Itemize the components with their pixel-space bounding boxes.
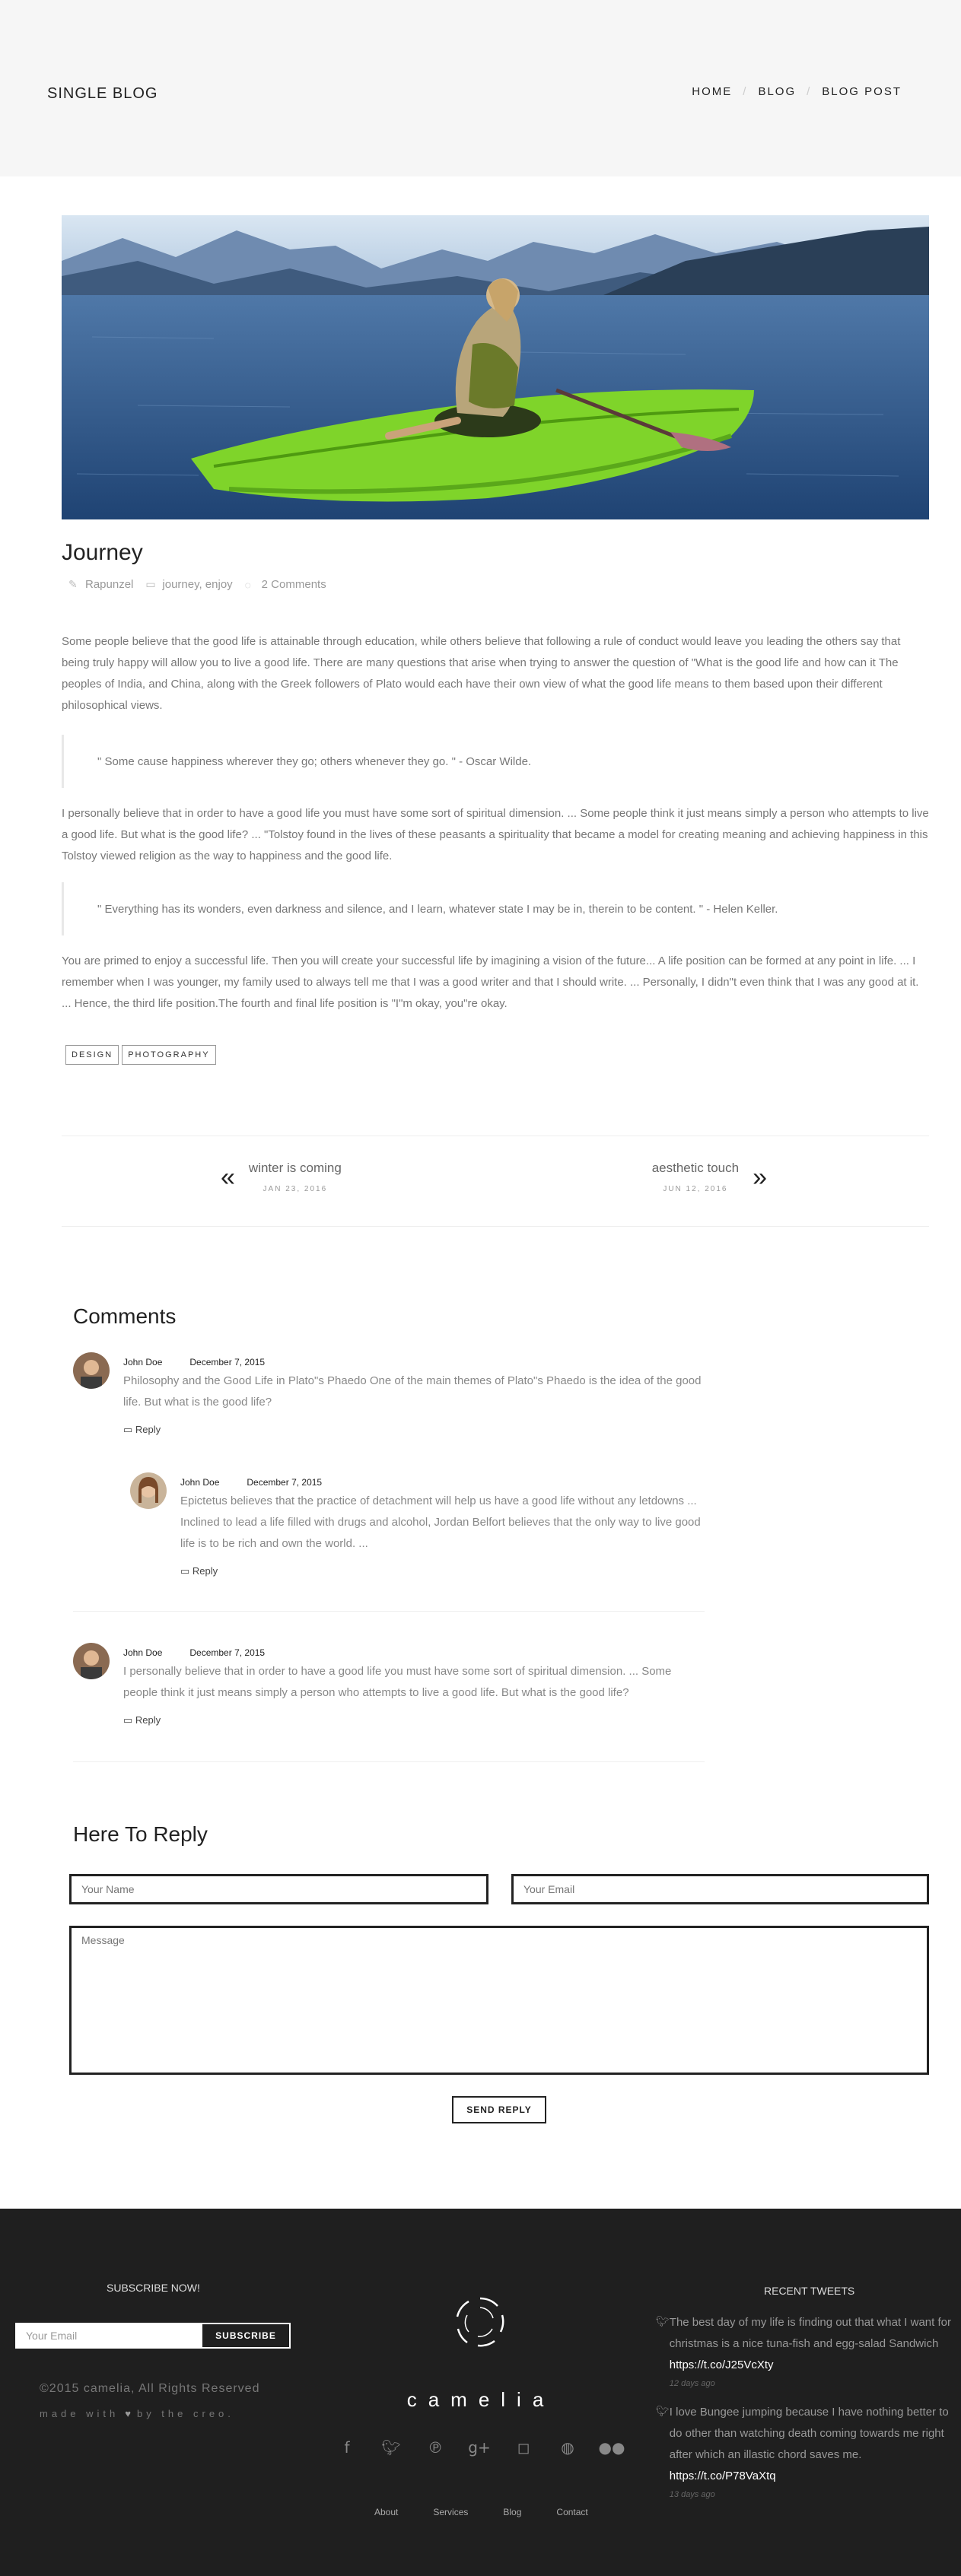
tweet: 🐦︎ I love Bungee jumping because I have … [656,2402,953,2499]
footer-nav: About Services Blog Contact [374,2507,588,2517]
divider [73,1611,705,1612]
next-post-title: aesthetic touch [651,1161,740,1175]
reply-icon: ▭ [123,1714,135,1726]
tweet-text: I love Bungee jumping because I have not… [669,2406,949,2461]
tweet: 🐦︎ The best day of my life is finding ou… [656,2312,953,2388]
post-tags: DESIGN PHOTOGRAPHY [65,1045,216,1065]
comment-date: December 7, 2015 [189,1357,266,1367]
tweet-text: The best day of my life is finding out t… [669,2316,951,2350]
footer-link-about[interactable]: About [374,2507,398,2517]
reply-form-title: Here To Reply [73,1822,208,1846]
reply-button[interactable]: ▭ Reply [123,1714,705,1726]
next-post-link[interactable]: aesthetic touch JUN 12, 2016 » [652,1161,767,1193]
page-title: SINGLE BLOG [47,85,158,102]
logo-icon [450,2292,510,2355]
comment-icon: ◌ [244,578,251,591]
comment: John Doe December 7, 2015 Philosophy and … [73,1352,705,1436]
previous-post-date: JAN 23, 2016 [263,1185,328,1193]
message-field[interactable] [69,1926,929,2075]
comment-reply: John Doe December 7, 2015 Epictetus belie… [130,1472,705,1577]
twitter-icon: 🐦︎ [656,2315,670,2327]
tweet-link[interactable]: https://t.co/J25VcXty [670,2358,774,2371]
footer-link-contact[interactable]: Contact [556,2507,587,2517]
tag-design[interactable]: DESIGN [65,1045,119,1065]
facebook-icon[interactable]: f [336,2437,358,2458]
subscribe-title: SUBSCRIBE NOW! [107,2282,200,2294]
breadcrumb-separator: / [807,85,812,98]
comment-author[interactable]: John Doe [123,1357,162,1367]
post-categories[interactable]: journey, enjoy [162,578,232,591]
comment-date: December 7, 2015 [247,1477,323,1488]
made-with: made with ♥ by the creo. [40,2408,234,2419]
breadcrumb: HOME / BLOG / BLOG POST [692,85,902,98]
comment-text: I personally believe that in order to ha… [123,1665,672,1699]
recent-tweets-title: RECENT TWEETS [764,2285,855,2297]
avatar [73,1643,110,1679]
name-field[interactable] [69,1874,488,1904]
pinterest-icon[interactable]: ℗ [425,2437,446,2458]
subscribe-email-input[interactable]: Your Email [15,2323,201,2349]
post-paragraph: I personally believe that in order to ha… [62,807,929,862]
blockquote: " Everything has its wonders, even darkn… [62,882,929,935]
breadcrumb-blog-post: BLOG POST [822,85,902,98]
avatar [130,1472,167,1509]
footer: SUBSCRIBE NOW! Your Email SUBSCRIBE ©201… [0,2209,961,2576]
footer-link-services[interactable]: Services [433,2507,468,2517]
post-author[interactable]: Rapunzel [85,578,133,591]
comment-text: Philosophy and the Good Life in Plato"s … [123,1374,702,1409]
post-paragraph: You are primed to enjoy a successful lif… [62,954,919,1010]
avatar [73,1352,110,1389]
breadcrumb-separator: / [743,85,748,98]
footer-link-blog[interactable]: Blog [503,2507,521,2517]
comment-date: December 7, 2015 [189,1647,266,1658]
quote-text: " Everything has its wonders, even darkn… [97,902,778,916]
comment: John Doe December 7, 2015 I personally be… [73,1643,705,1726]
chevron-left-icon: « [221,1162,235,1192]
comment-author[interactable]: John Doe [180,1477,219,1488]
brand-name: camelia [406,2388,555,2411]
page-header: SINGLE BLOG HOME / BLOG / BLOG POST [0,0,961,176]
send-reply-button[interactable]: SEND REPLY [452,2096,546,2123]
subscribe-form: Your Email SUBSCRIBE [15,2323,291,2349]
previous-post-title: winter is coming [248,1161,342,1175]
divider [62,1226,929,1227]
breadcrumb-blog[interactable]: BLOG [758,85,796,98]
post-title: Journey [62,540,143,565]
twitter-icon: 🐦︎ [656,2405,670,2417]
post-featured-image [62,215,929,519]
instagram-icon[interactable]: ◻ [513,2437,534,2458]
pen-icon: ✎ [68,578,78,590]
social-links: f 🐦︎ ℗ g+ ◻ ◍ ●● [336,2437,625,2458]
tweet-link[interactable]: https://t.co/P78VaXtq [670,2470,776,2482]
reply-button[interactable]: ▭ Reply [123,1424,705,1436]
breadcrumb-home[interactable]: HOME [692,85,732,98]
comments-title: Comments [73,1304,177,1328]
google-plus-icon[interactable]: g+ [468,2437,490,2458]
comment-author[interactable]: John Doe [123,1647,162,1658]
twitter-icon[interactable]: 🐦︎ [380,2437,402,2458]
heart-icon: ♥ [125,2408,131,2419]
tag-photography[interactable]: PHOTOGRAPHY [122,1045,216,1065]
post-paragraph: Some people believe that the good life i… [62,635,901,712]
tweet-time: 12 days ago [669,2379,715,2388]
copyright: ©2015 camelia, All Rights Reserved [40,2382,260,2395]
comment-text: Epictetus believes that the practice of … [180,1494,701,1550]
previous-post-link[interactable]: « winter is coming JAN 23, 2016 [221,1161,342,1193]
reply-button[interactable]: ▭ Reply [180,1565,705,1577]
subscribe-button[interactable]: SUBSCRIBE [201,2323,291,2349]
quote-text: " Some cause happiness wherever they go;… [97,754,532,768]
reply-icon: ▭ [180,1565,193,1577]
reply-icon: ▭ [123,1424,135,1435]
tweet-time: 13 days ago [669,2490,715,2499]
blockquote: " Some cause happiness wherever they go;… [62,735,929,788]
chevron-right-icon: » [753,1162,767,1192]
email-field[interactable] [511,1874,929,1904]
folder-icon: ▭ [145,578,156,590]
flickr-icon[interactable]: ●● [599,2437,625,2458]
divider [73,1761,705,1762]
next-post-date: JUN 12, 2016 [663,1185,728,1193]
post-comment-count[interactable]: 2 Comments [262,578,326,591]
post-meta: ✎ Rapunzel ▭ journey, enjoy ◌ 2 Comments [68,578,326,591]
dribbble-icon[interactable]: ◍ [557,2437,578,2458]
